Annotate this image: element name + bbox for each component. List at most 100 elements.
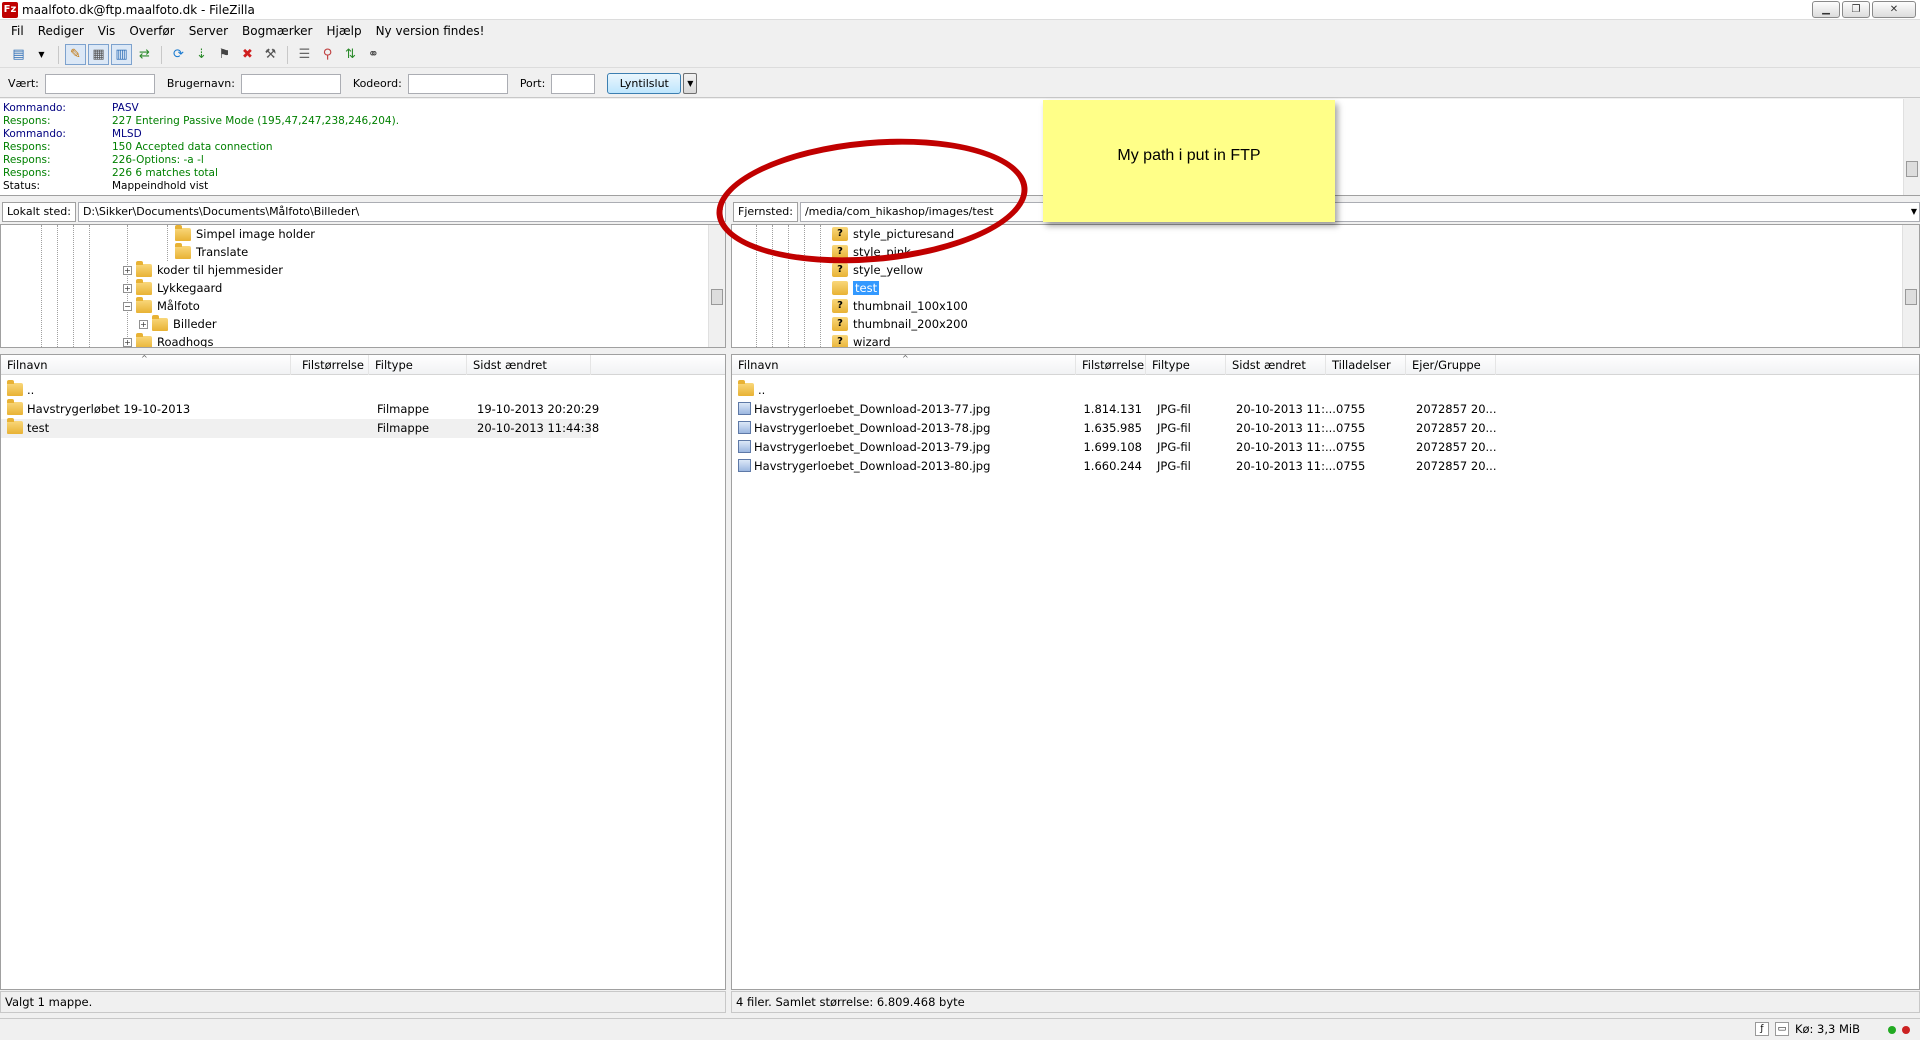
local-directory-tree[interactable]: Simpel image holder Translate + koder til h… [0,224,726,348]
toggle-message-log-icon[interactable]: ✎ [65,44,86,65]
remote-tree-node[interactable]: ? wizard [832,333,891,348]
cancel-operation-icon[interactable]: ⚑ [214,44,235,65]
column-header-filetype[interactable]: Filtype [369,355,467,375]
toolbar: ▤ ▼ ✎ ▦ ▥ ⇄ ⟳ ⇣ ⚑ ✖ ⚒ ☰ ⚲ ⇅ ⚭ [0,42,1920,68]
collapse-icon[interactable]: − [123,301,132,311]
local-tree-node[interactable]: + Roadhogs [123,332,214,348]
port-input[interactable] [551,73,596,94]
expand-icon[interactable]: + [139,319,148,329]
remote-path-input[interactable]: /media/com_hikashop/images/test ▼ [799,202,1920,222]
expand-icon[interactable]: + [123,283,132,293]
tree-node-label: wizard [853,335,891,348]
local-file-list[interactable]: Filnavn ^ Filstørrelse Filtype Sidst ændr… [0,354,726,990]
toggle-remote-tree-icon[interactable]: ▥ [111,44,132,65]
unknown-folder-icon: ? [832,227,848,241]
chevron-down-icon[interactable]: ▼ [717,203,723,221]
message-log-scrollbar[interactable] [1903,99,1920,195]
toggle-local-tree-icon[interactable]: ▦ [88,44,109,65]
column-header-modified[interactable]: Sidst ændret [467,355,591,375]
file-row[interactable]: Havstrygerloebet_Download-2013-80.jpg 1.6… [732,457,1919,476]
column-header-filename[interactable]: Filnavn ^ [732,355,1076,375]
column-header-filename[interactable]: Filnavn ^ [1,355,291,375]
directory-compare-icon[interactable]: ⚲ [317,44,338,65]
binary-mode-icon[interactable]: ▭ [1774,1022,1789,1036]
remote-tree-node[interactable]: ? thumbnail_100x100 [832,297,968,315]
username-input[interactable] [240,73,341,94]
column-header-filesize[interactable]: Filstørrelse [1076,355,1146,375]
remote-tree-node[interactable]: ? thumbnail_200x200 [832,315,968,333]
minimize-button[interactable]: ▁ [1812,1,1840,18]
tree-node-label: Lykkegaard [157,281,223,295]
reconnect-icon[interactable]: ⚒ [260,44,281,65]
tree-node-label: Roadhogs [157,335,214,348]
local-file-list-header: Filnavn ^ Filstørrelse Filtype Sidst ændr… [1,355,725,375]
remote-tree-node[interactable]: test [832,279,880,297]
password-input[interactable] [407,73,508,94]
disconnect-icon[interactable]: ✖ [237,44,258,65]
file-row[interactable]: test Filmappe 20-10-2013 11:44:38 [1,417,599,438]
expand-icon[interactable]: + [123,337,132,347]
filter-icon[interactable]: ƒ [1754,1022,1769,1036]
menu-vis[interactable]: Vis [91,24,123,38]
scrollbar-thumb[interactable] [711,289,723,305]
local-tree-node[interactable]: Translate [161,242,248,261]
tree-node-label: Simpel image holder [196,227,316,241]
menu-fil[interactable]: Fil [4,24,31,38]
synchronized-browsing-icon[interactable]: ⇅ [340,44,361,65]
menu-hjaelp[interactable]: Hjælp [319,24,368,38]
remote-tree-node[interactable]: ? style_picturesand [832,225,954,243]
file-row[interactable]: Havstrygerloebet_Download-2013-77.jpg 1.8… [732,400,1919,419]
remote-status-text: 4 filer. Samlet størrelse: 6.809.468 byt… [736,995,965,1009]
remote-tree-node[interactable]: ? style_pink [832,243,911,261]
process-queue-icon[interactable]: ⇣ [191,44,212,65]
remote-directory-tree[interactable]: ? style_picturesand? style_pink? style_yell… [731,224,1920,348]
site-manager-icon[interactable]: ▤ [8,44,29,65]
file-row[interactable]: Havstrygerloebet_Download-2013-79.jpg 1.6… [732,438,1919,457]
toolbar-separator [161,45,162,64]
column-header-modified[interactable]: Sidst ændret [1226,355,1326,375]
scrollbar-thumb[interactable] [1906,161,1918,177]
quickconnect-button[interactable]: Lyntilslut [607,73,682,94]
column-header-filetype[interactable]: Filtype [1146,355,1226,375]
local-tree-node[interactable]: + Billeder [139,314,217,333]
remote-tree-node[interactable]: ? style_yellow [832,261,923,279]
menu-overfor[interactable]: Overfør [122,24,181,38]
log-message: 150 Accepted data connection [112,141,273,153]
image-file-icon [738,402,751,415]
column-header-owner-group[interactable]: Ejer/Gruppe [1406,355,1496,375]
directory-filter-icon[interactable]: ☰ [294,44,315,65]
local-tree-node[interactable]: + Lykkegaard [123,278,223,297]
menu-bogmaerker[interactable]: Bogmærker [235,24,319,38]
file-row[interactable]: .. [1,379,725,400]
toolbar-separator [58,45,59,64]
file-row[interactable]: Havstrygerloebet_Download-2013-78.jpg 1.6… [732,419,1919,438]
search-icon[interactable]: ⚭ [363,44,384,65]
close-button[interactable]: ✕ [1872,1,1916,18]
quickconnect-dropdown-button[interactable]: ▼ [683,73,698,94]
log-type: Respons: [3,141,51,153]
column-header-permissions[interactable]: Tilladelser [1326,355,1406,375]
menu-server[interactable]: Server [182,24,235,38]
scrollbar-thumb[interactable] [1905,289,1917,305]
remote-file-list[interactable]: Filnavn ^ Filstørrelse Filtype Sidst ændr… [731,354,1920,990]
chevron-down-icon[interactable]: ▼ [1911,203,1917,221]
menu-rediger[interactable]: Rediger [31,24,91,38]
file-row[interactable]: Havstrygerløbet 19-10-2013 Filmappe 19-10-… [1,398,725,419]
column-header-filesize[interactable]: Filstørrelse [291,355,369,375]
host-input[interactable] [44,73,155,94]
toggle-queue-icon[interactable]: ⇄ [134,44,155,65]
remote-tree-scrollbar[interactable] [1902,225,1919,347]
file-size [291,381,365,400]
refresh-icon[interactable]: ⟳ [168,44,189,65]
expand-icon[interactable]: + [123,265,132,275]
message-log[interactable]: Kommando: PASV Respons: 227 Entering Passiv… [0,99,1920,196]
local-path-input[interactable]: D:\Sikker\Documents\Documents\Målfoto\Bi… [77,202,726,222]
maximize-button[interactable]: ❐ [1842,1,1870,18]
file-row[interactable]: .. [732,379,1919,400]
local-tree-node[interactable]: + koder til hjemmesider [123,260,283,279]
chevron-down-icon[interactable]: ▼ [31,44,52,65]
local-tree-scrollbar[interactable] [708,225,725,347]
menu-new-version[interactable]: Ny version findes! [369,24,492,38]
local-tree-node[interactable]: Simpel image holder [161,225,315,243]
local-tree-node[interactable]: − Målfoto [123,296,200,315]
